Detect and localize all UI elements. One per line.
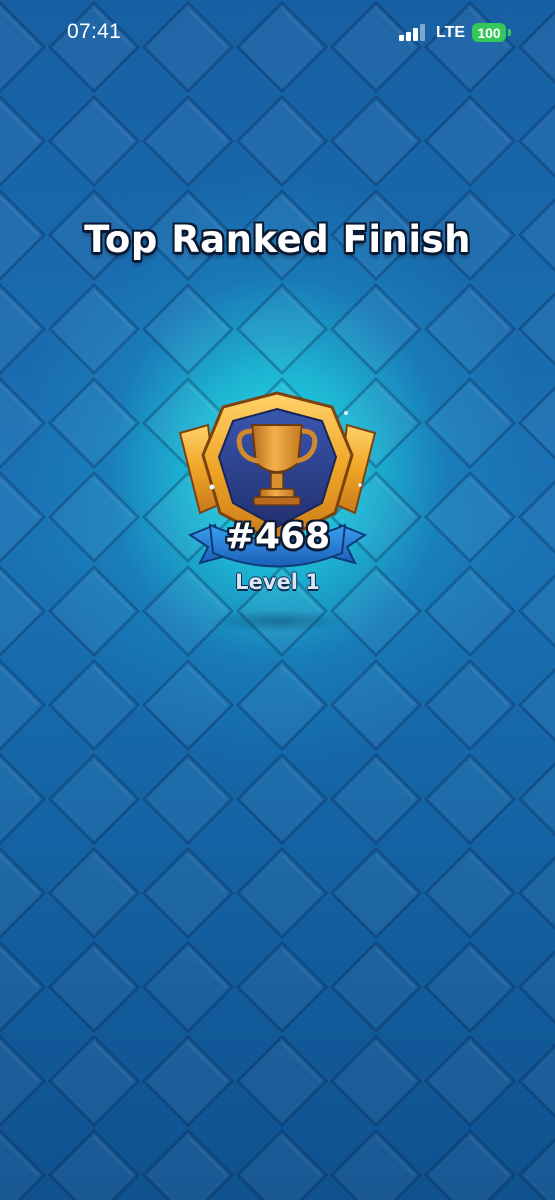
badge-shadow	[207, 610, 347, 632]
battery-level: 100	[477, 24, 501, 41]
rank-number: #468	[224, 516, 331, 557]
signal-strength-icon	[399, 24, 427, 41]
network-type: LTE	[436, 24, 466, 41]
battery-icon: 100	[472, 23, 506, 42]
status-time: 07:41	[67, 20, 122, 43]
level-label: Level 1	[235, 570, 320, 594]
page-title: Top Ranked Finish	[84, 218, 471, 261]
battery-tip	[508, 29, 511, 36]
status-bar: 07:41 LTE 100	[0, 0, 555, 66]
diamond-tile-background	[0, 0, 555, 1200]
game-screen[interactable]: 07:41 LTE 100 Top Ranked Finish #468 Lev…	[0, 0, 555, 1200]
